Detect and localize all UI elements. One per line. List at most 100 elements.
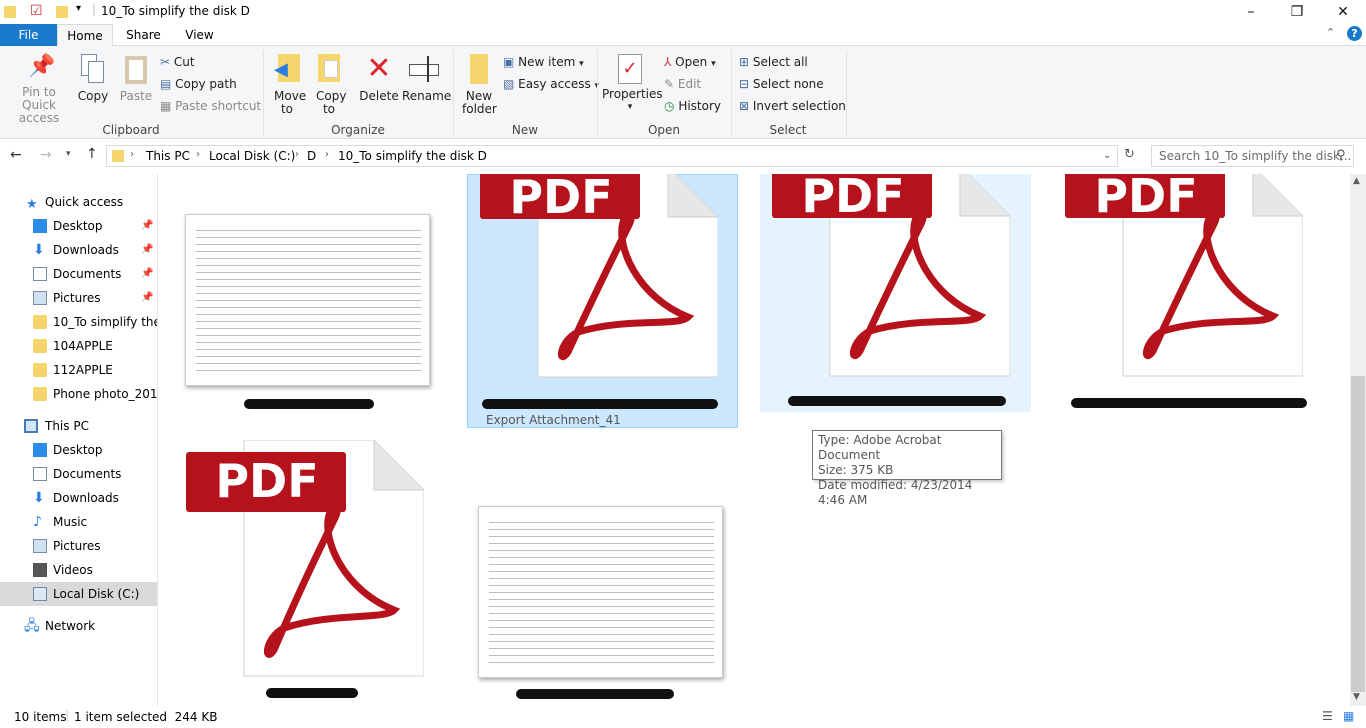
nav-item-folder[interactable]: Phone photo_2017.0: [0, 382, 157, 406]
file-item-selected[interactable]: PDF Export Attachment_41: [467, 174, 738, 428]
nav-item-quick-access[interactable]: ★ Quick access: [0, 190, 157, 214]
copy-path-icon: ▤: [160, 77, 172, 91]
scroll-up-arrow-icon[interactable]: ▲: [1353, 176, 1360, 186]
minimize-button[interactable]: –: [1228, 0, 1274, 24]
file-tooltip: Type: Adobe Acrobat Document Size: 375 K…: [812, 430, 1002, 507]
large-icons-view-icon[interactable]: ▦: [1343, 709, 1354, 723]
clipboard-group-label: Clipboard: [102, 123, 160, 137]
nav-label: Videos: [53, 563, 93, 577]
search-box[interactable]: Search 10_To simplify the disk... ⚲: [1151, 145, 1354, 167]
file-item[interactable]: PDF: [1053, 174, 1324, 412]
pin-icon: 📌: [141, 244, 154, 255]
help-icon[interactable]: ?: [1347, 26, 1362, 41]
file-view: PDF Export Attachment_41 PDF PDF PDF: [160, 174, 1350, 706]
nav-item-videos[interactable]: Videos: [0, 558, 157, 582]
move-to-icon: ◀: [274, 54, 300, 84]
move-to-button[interactable]: ◀ Move to: [268, 54, 306, 116]
close-button[interactable]: ✕: [1320, 0, 1366, 24]
rename-button[interactable]: Rename: [402, 54, 451, 103]
paste-shortcut-button[interactable]: ▦ Paste shortcut: [160, 99, 261, 113]
nav-item-local-disk[interactable]: Local Disk (C:): [0, 582, 157, 606]
edit-button[interactable]: ✎ Edit: [664, 77, 701, 91]
recent-locations-chevron-icon[interactable]: ▾: [66, 149, 71, 159]
nav-item-this-pc[interactable]: This PC: [0, 414, 157, 438]
videos-icon: [33, 563, 47, 577]
nav-label: Downloads: [53, 491, 119, 505]
cut-button[interactable]: ✂ Cut: [160, 55, 195, 69]
document-thumbnail: [478, 506, 723, 678]
back-arrow-icon[interactable]: ←: [10, 147, 22, 163]
organize-group-label: Organize: [331, 123, 385, 137]
search-input[interactable]: Search 10_To simplify the disk...: [1159, 149, 1351, 163]
breadcrumb-d[interactable]: D: [307, 149, 316, 163]
nav-item-network[interactable]: 🖧 Network: [0, 614, 157, 638]
paste-button[interactable]: Paste: [116, 54, 156, 103]
tab-home[interactable]: Home: [57, 24, 113, 47]
address-bar[interactable]: › This PC › Local Disk (C:) › D › 10_To …: [106, 145, 1118, 167]
breadcrumb-local-disk[interactable]: Local Disk (C:): [209, 149, 295, 163]
nav-item-desktop[interactable]: Desktop: [0, 438, 157, 462]
up-arrow-icon[interactable]: ↑: [86, 146, 98, 162]
copy-button[interactable]: Copy: [74, 54, 112, 103]
file-item[interactable]: [470, 494, 730, 706]
forward-arrow-icon[interactable]: →: [40, 147, 52, 163]
file-item[interactable]: [180, 204, 440, 414]
pin-to-quick-access-button[interactable]: 📌 Pin to Quick access: [4, 54, 74, 125]
nav-item-downloads[interactable]: ⬇ Downloads: [0, 486, 157, 510]
nav-item-folder[interactable]: 104APPLE: [0, 334, 157, 358]
delete-x-icon: ✕: [366, 51, 392, 86]
refresh-icon[interactable]: ↻: [1124, 147, 1135, 162]
nav-item-downloads[interactable]: ⬇ Downloads 📌: [0, 238, 157, 262]
nav-item-documents[interactable]: Documents: [0, 462, 157, 486]
file-item-hover[interactable]: PDF: [760, 174, 1031, 412]
customize-qat-chevron-icon[interactable]: ▾: [76, 3, 81, 14]
new-item-button[interactable]: ▣ New item ▾: [503, 55, 584, 71]
easy-access-button[interactable]: ▧ Easy access ▾: [503, 77, 599, 93]
select-all-button[interactable]: ⊞ Select all: [739, 55, 808, 69]
ribbon-separator: [846, 50, 847, 136]
properties-label: Properties: [602, 87, 663, 101]
pictures-icon: [33, 539, 47, 553]
nav-label: Documents: [53, 467, 122, 481]
nav-item-music[interactable]: ♪ Music: [0, 510, 157, 534]
tab-view[interactable]: View: [172, 24, 227, 46]
new-folder-button[interactable]: New folder: [458, 54, 500, 116]
nav-item-desktop[interactable]: Desktop 📌: [0, 214, 157, 238]
paste-label: Paste: [119, 89, 153, 103]
properties-quick-icon[interactable]: ☑: [30, 3, 43, 19]
collapse-ribbon-chevron-icon[interactable]: ⌃: [1326, 26, 1335, 39]
address-dropdown-chevron-icon[interactable]: ⌄: [1103, 150, 1111, 161]
folder-icon: [4, 6, 16, 18]
history-button[interactable]: ◷ History: [664, 99, 721, 113]
breadcrumb-current-folder[interactable]: 10_To simplify the disk D: [338, 149, 487, 163]
copy-to-button[interactable]: Copy to: [310, 54, 348, 116]
nav-item-documents[interactable]: Documents 📌: [0, 262, 157, 286]
nav-label: Music: [53, 515, 88, 529]
scrollbar-thumb[interactable]: [1351, 376, 1365, 692]
delete-button[interactable]: ✕ Delete: [358, 54, 400, 103]
search-icon[interactable]: ⚲: [1336, 148, 1346, 163]
invert-selection-icon: ⊠: [739, 99, 750, 113]
open-button[interactable]: ⅄ Open ▾: [664, 55, 716, 71]
nav-item-folder[interactable]: 112APPLE: [0, 358, 157, 382]
nav-item-folder[interactable]: 10_To simplify the d: [0, 310, 157, 334]
file-item[interactable]: PDF: [174, 436, 445, 706]
new-folder-quick-icon[interactable]: [56, 6, 68, 18]
properties-button[interactable]: ✓ Properties ▾: [602, 54, 663, 114]
tab-file[interactable]: File: [0, 24, 57, 46]
details-view-icon[interactable]: ☰: [1322, 709, 1333, 723]
copy-label: Copy: [77, 89, 109, 103]
nav-item-pictures[interactable]: Pictures 📌: [0, 286, 157, 310]
breadcrumb-this-pc[interactable]: This PC: [146, 149, 190, 163]
easy-access-label: Easy access: [518, 77, 591, 91]
scroll-down-arrow-icon[interactable]: ▼: [1353, 692, 1360, 702]
documents-icon: [33, 467, 47, 481]
tab-share[interactable]: Share: [116, 24, 171, 46]
copy-path-button[interactable]: ▤ Copy path: [160, 77, 237, 91]
invert-selection-button[interactable]: ⊠ Invert selection: [739, 99, 846, 113]
select-none-button[interactable]: ⊟ Select none: [739, 77, 824, 91]
maximize-button[interactable]: ❐: [1274, 0, 1320, 24]
select-all-label: Select all: [752, 55, 808, 69]
nav-item-pictures[interactable]: Pictures: [0, 534, 157, 558]
nav-label: Desktop: [53, 219, 103, 233]
